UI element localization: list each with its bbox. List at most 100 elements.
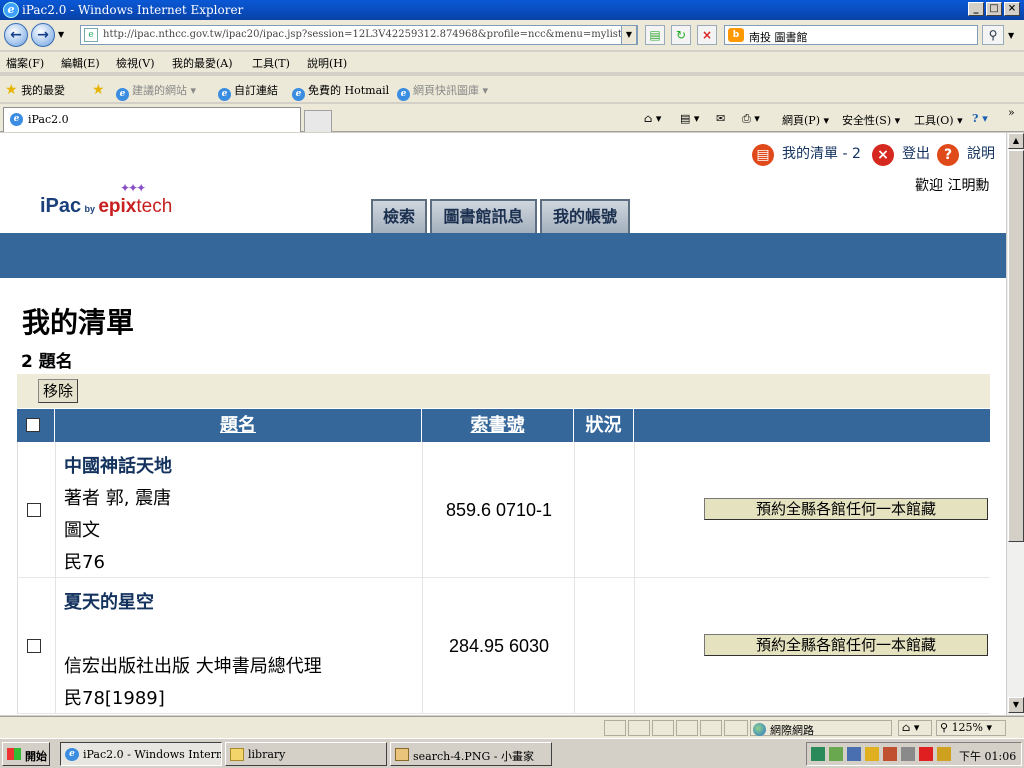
tab-ipac[interactable]: e iPac2.0 [3,107,301,132]
ie-icon: e [116,88,129,101]
taskbar-library-button[interactable]: library [225,742,387,766]
clock[interactable]: 下午 01:06 [959,748,1016,764]
back-button[interactable]: ← [4,23,28,47]
header-title[interactable]: 題名 [55,409,422,442]
search-value: 南投 圖書館 [749,31,808,44]
window-title-bar: e iPac2.0 - Windows Internet Explorer _ … [0,0,1024,20]
row-checkbox[interactable] [27,503,41,517]
help-link[interactable]: 說明 [967,143,995,163]
place-hold-button[interactable]: 預約全縣各館任何一本館藏 [704,634,988,656]
home-icon[interactable]: ⌂ ▾ [644,112,661,125]
menu-view[interactable]: 檢視(V) [116,55,155,71]
security-zone: 網際網路 [750,720,892,737]
fav-suggested-sites[interactable]: e 建議的網站 ▾ [116,82,196,101]
row-checkbox[interactable] [27,639,41,653]
tray-app-icon[interactable] [883,747,897,761]
menu-tools[interactable]: 工具(T) [252,55,290,71]
scroll-down-button[interactable]: ▼ [1008,697,1024,713]
header-callno[interactable]: 索書號 [422,409,574,442]
safety-menu[interactable]: 安全性(S) ▾ [842,112,900,128]
mylist-link[interactable]: 我的清單 - 2 [782,143,861,163]
ie-icon: e [292,88,305,101]
maximize-button[interactable]: □ [986,2,1002,16]
tab-search[interactable]: 檢索 [371,199,427,233]
print-icon[interactable]: ⎙ ▾ [742,112,760,126]
search-input[interactable]: b 南投 圖書館 [724,25,978,45]
address-input[interactable]: e http://ipac.nthcc.gov.tw/ipac20/ipac.j… [80,25,638,45]
feeds-icon[interactable]: ▤ ▾ [680,112,699,125]
forward-button[interactable]: → [31,23,55,47]
ipac-logo: ✦✦✦ iPac by epixtech [40,181,172,218]
fav-custom-links[interactable]: e 自訂連結 [218,82,278,101]
address-dropdown-button[interactable]: ▼ [621,25,637,45]
tab-my-account[interactable]: 我的帳號 [540,199,630,233]
status-panel [700,720,722,736]
lock-icon[interactable] [937,747,951,761]
refresh-icon[interactable]: ↻ [671,25,691,45]
minimize-button[interactable]: _ [968,2,984,16]
page-title: 我的清單 [22,306,135,339]
close-button[interactable]: × [1004,2,1020,16]
new-tab-button[interactable] [304,110,332,132]
zoom-icon: ⚲ [940,721,949,734]
ie-icon: e [218,88,231,101]
chevron-more-icon[interactable]: » [1008,106,1015,119]
vertical-scrollbar[interactable]: ▲ ▼ [1006,133,1024,715]
fav-web-slice-gallery[interactable]: e 網頁快訊圖庫 ▾ [397,82,488,101]
book-publisher: 圖文 [64,520,100,541]
header-status: 狀況 [574,409,634,442]
logo-ipac: iPac [40,195,82,217]
network-icon[interactable] [847,747,861,761]
menu-bar: 檔案(F) 編輯(E) 檢視(V) 我的最愛(A) 工具(T) 說明(H) [0,52,1024,72]
zoom-level: 125% [951,721,984,734]
history-dropdown-icon[interactable]: ▼ [58,30,64,39]
fav-hotmail[interactable]: e 免費的 Hotmail [292,82,389,101]
taskbar-paint-button[interactable]: search-4.PNG - 小畫家 [390,742,552,766]
fav-label: 自訂連結 [234,84,278,97]
book-title-link[interactable]: 夏天的星空 [64,588,154,614]
scroll-thumb[interactable] [1008,150,1024,542]
status-bar: 網際網路 ⌂ ▾ ⚲ 125% ▾ [0,716,1024,738]
menu-help[interactable]: 說明(H) [307,55,347,71]
globe-icon [753,723,766,736]
fav-label: 免費的 Hotmail [308,84,390,97]
logout-link[interactable]: 登出 [902,143,930,163]
book-callno: 284.95 6030 [448,636,550,656]
taskbar-ie-button[interactable]: e iPac2.0 - Windows Intern... [60,742,222,766]
stop-icon[interactable]: × [697,25,717,45]
book-year: 民78[1989] [64,688,165,709]
header-select-cell [17,409,55,442]
zoom-control[interactable]: ⚲ 125% ▾ [936,720,1006,736]
book-title-link[interactable]: 中國神話天地 [64,452,172,478]
star-icon: ★ [5,82,18,98]
place-hold-button[interactable]: 預約全縣各館任何一本館藏 [704,498,988,520]
favorites-label: 我的最愛 [21,84,66,97]
tray-app-icon[interactable] [919,747,933,761]
status-cell [575,578,635,714]
page-menu[interactable]: 網頁(P) ▾ [782,112,829,128]
ime-icon[interactable] [811,747,825,761]
scroll-up-button[interactable]: ▲ [1008,133,1024,149]
security-shield-icon[interactable] [865,747,879,761]
item-count: 2 題名 [21,352,73,372]
logo-by: by [84,204,96,214]
compatibility-view-icon[interactable]: ▤ [645,25,665,45]
tab-library-info[interactable]: 圖書館訊息 [430,199,537,233]
add-favorite-icon[interactable]: ★ [92,82,105,98]
remove-button[interactable]: 移除 [38,379,79,403]
select-all-checkbox[interactable] [26,418,40,432]
search-options-icon[interactable]: ▼ [1008,31,1014,40]
tray-app-icon[interactable] [901,747,915,761]
favorites-button[interactable]: ★ 我的最愛 [5,82,65,98]
menu-file[interactable]: 檔案(F) [6,55,44,71]
tools-menu[interactable]: 工具(O) ▾ [914,112,963,128]
menu-favorites[interactable]: 我的最愛(A) [172,55,233,71]
start-button[interactable]: 開始 [2,742,50,766]
protected-mode-icon[interactable]: ⌂ ▾ [898,720,932,736]
help-icon[interactable]: ? ▾ [972,112,988,125]
mail-icon[interactable]: ✉ [716,112,725,125]
fav-label: 網頁快訊圖庫 [413,84,479,97]
search-icon[interactable]: ⚲ [982,25,1004,45]
tray-app-icon[interactable] [829,747,843,761]
menu-edit[interactable]: 編輯(E) [61,55,100,71]
